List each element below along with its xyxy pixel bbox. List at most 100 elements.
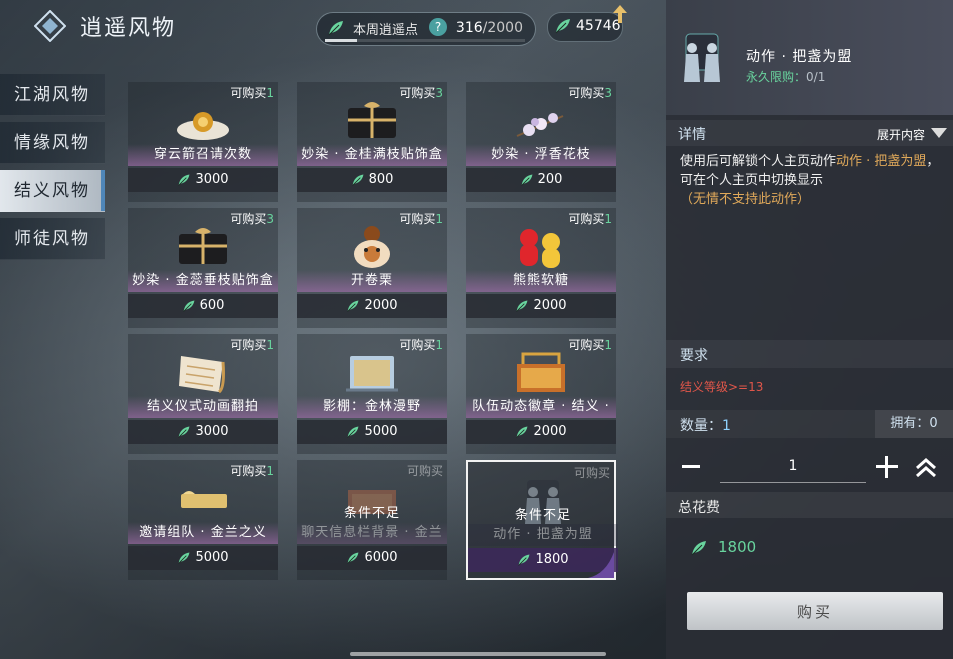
leaf-currency-icon bbox=[178, 426, 190, 438]
item-price: 2000 bbox=[466, 420, 616, 444]
item-price: 5000 bbox=[128, 546, 278, 570]
weekly-points-progress-fill bbox=[325, 39, 357, 42]
tab-shitu[interactable]: 师徒风物 bbox=[0, 218, 105, 260]
requirement-header: 要求 bbox=[666, 340, 953, 368]
total-cost: 1800 bbox=[690, 538, 756, 557]
item-name: 队伍动态徽章 · 结义 · bbox=[466, 396, 616, 418]
item-detail-panel: 动作 · 把盏为盟 永久限购：0/1 详情 展开内容 使用后可解锁个人主页动作动… bbox=[666, 0, 953, 659]
item-price-value: 600 bbox=[199, 298, 225, 313]
leaf-currency-icon bbox=[555, 19, 570, 34]
item-name: 妙染 · 浮香花枝 bbox=[466, 144, 616, 166]
item-price-value: 6000 bbox=[364, 550, 398, 565]
shop-item-card[interactable]: 可购买3 妙染 · 金蕊垂枝贴饰盒 600 bbox=[128, 208, 278, 328]
help-icon[interactable]: ? bbox=[429, 18, 447, 36]
currency-box[interactable]: 45746 bbox=[547, 12, 623, 42]
quantity-underline bbox=[720, 482, 866, 483]
quantity-stepper: 1 bbox=[666, 446, 953, 486]
item-price: 6000 bbox=[297, 546, 447, 570]
item-name: 结义仪式动画翻拍 bbox=[128, 396, 278, 418]
item-price: 800 bbox=[297, 168, 447, 192]
purchase-limit-tag-label: 可购买 bbox=[406, 464, 443, 478]
purchase-limit-tag-label: 可购买 bbox=[230, 212, 267, 226]
purchase-limit-tag: 可购买3 bbox=[399, 84, 443, 101]
purchase-limit-tag-label: 可购买 bbox=[568, 212, 605, 226]
logo-diamond-icon bbox=[34, 10, 66, 42]
purchase-limit-tag-label: 可购买 bbox=[399, 86, 436, 100]
total-cost-heading: 总花费 bbox=[678, 500, 720, 516]
leaf-currency-icon bbox=[516, 426, 528, 438]
total-cost-header: 总花费 bbox=[666, 492, 953, 518]
weekly-points-label: 本周逍遥点 bbox=[353, 23, 419, 38]
item-price: 2000 bbox=[466, 294, 616, 318]
item-price: 600 bbox=[128, 294, 278, 318]
purchase-limit: 永久限购：0/1 bbox=[746, 68, 825, 85]
weekly-points-progress bbox=[325, 39, 525, 42]
minus-button[interactable] bbox=[680, 456, 702, 476]
purchase-limit-tag-label: 可购买 bbox=[568, 338, 605, 352]
item-name: 熊熊软糖 bbox=[466, 270, 616, 292]
shop-item-card[interactable]: 可购买 条件不足 聊天信息栏背景 · 金兰 6000 bbox=[297, 460, 447, 580]
max-chevron-up-icon[interactable] bbox=[914, 456, 938, 478]
leaf-currency-icon bbox=[351, 174, 364, 186]
expand-content-button[interactable]: 展开内容 bbox=[877, 126, 925, 143]
item-price-value: 200 bbox=[537, 172, 563, 187]
shop-item-card[interactable]: 可购买1 影棚：金林漫野 5000 bbox=[297, 334, 447, 454]
purchase-limit-tag-label: 可购买 bbox=[399, 338, 436, 352]
shop-item-card[interactable]: 可购买1 穿云箭召请次数 3000 bbox=[128, 82, 278, 202]
purchase-limit-tag-count: 1 bbox=[435, 212, 443, 226]
shop-item-card[interactable]: 可购买1 邀请组队 · 金兰之义 5000 bbox=[128, 460, 278, 580]
studio-frame-icon bbox=[346, 356, 398, 392]
corner-ornament-icon bbox=[588, 552, 614, 578]
item-description: 使用后可解锁个人主页动作动作 · 把盏为盟，可在个人主页中切换显示 （无情不支持… bbox=[680, 152, 945, 209]
purchase-limit-tag: 可购买1 bbox=[568, 210, 612, 227]
item-name: 妙染 · 金桂满枝贴饰盒 bbox=[297, 144, 447, 166]
purchase-limit-tag-count: 1 bbox=[604, 212, 612, 226]
shop-item-card[interactable]: 可购买1 开卷栗 2000 bbox=[297, 208, 447, 328]
leaf-currency-icon bbox=[328, 21, 343, 36]
leaf-currency-icon bbox=[178, 174, 190, 186]
weekly-points-max: /2000 bbox=[482, 20, 523, 36]
item-price-value: 1800 bbox=[535, 552, 569, 567]
item-price: 3000 bbox=[128, 420, 278, 444]
plus-button[interactable] bbox=[876, 456, 898, 478]
desc-prefix: 使用后可解锁个人主页动作 bbox=[680, 154, 837, 169]
gift-box-icon bbox=[179, 228, 227, 264]
leaf-currency-icon bbox=[516, 300, 528, 312]
tab-jieyi[interactable]: 结义风物 bbox=[0, 170, 105, 212]
item-price-value: 3000 bbox=[195, 172, 229, 187]
detail-header: 详情 展开内容 bbox=[666, 120, 953, 146]
shop-item-card[interactable]: 可购买3 妙染 · 金桂满枝贴饰盒 800 bbox=[297, 82, 447, 202]
quantity-input[interactable]: 1 bbox=[720, 458, 866, 474]
arrow-token-icon bbox=[177, 112, 229, 140]
purchase-limit-tag: 可购买1 bbox=[230, 462, 274, 479]
leaf-currency-icon bbox=[182, 300, 195, 312]
desc-highlight: 动作 · 把盏为盟 bbox=[836, 154, 927, 169]
purchase-limit-tag-count: 3 bbox=[266, 212, 274, 226]
leaf-currency-icon bbox=[518, 554, 530, 566]
shop-item-card[interactable]: 可购买 条件不足 动作 · 把盏为盟 1800 bbox=[466, 460, 618, 580]
tab-qingyuan[interactable]: 情缘风物 bbox=[0, 122, 105, 164]
item-name: 开卷栗 bbox=[297, 270, 447, 292]
tab-jianghu[interactable]: 江湖风物 bbox=[0, 74, 105, 116]
purchase-limit-tag-count: 1 bbox=[435, 338, 443, 352]
item-price: 200 bbox=[466, 168, 616, 192]
purchase-limit-tag: 可购买1 bbox=[399, 336, 443, 353]
purchase-limit-tag-label: 可购买 bbox=[573, 466, 610, 480]
item-name: 邀请组队 · 金兰之义 bbox=[128, 522, 278, 544]
home-indicator bbox=[350, 652, 606, 656]
shop-item-card[interactable]: 可购买1 结义仪式动画翻拍 3000 bbox=[128, 334, 278, 454]
purchase-limit-tag-label: 可购买 bbox=[568, 86, 605, 100]
quantity-label: 数量：1 bbox=[680, 415, 731, 435]
shop-item-card[interactable]: 可购买3 妙染 · 浮香花枝 200 bbox=[466, 82, 616, 202]
gummy-bear-icon bbox=[520, 229, 560, 268]
purchase-limit-tag: 可购买1 bbox=[230, 84, 274, 101]
purchase-limit-tag: 可购买1 bbox=[230, 336, 274, 353]
chevron-down-icon[interactable] bbox=[931, 128, 947, 138]
purchase-limit-tag-count: 1 bbox=[266, 464, 274, 478]
purchase-limit-tag-count: 3 bbox=[604, 86, 612, 100]
weekly-points-value: 316/2000 bbox=[456, 20, 523, 36]
shop-item-card[interactable]: 可购买1 熊熊软糖 2000 bbox=[466, 208, 616, 328]
buy-button[interactable]: 购买 bbox=[687, 592, 943, 630]
item-hero: 动作 · 把盏为盟 永久限购：0/1 bbox=[666, 0, 953, 115]
shop-item-card[interactable]: 可购买1 队伍动态徽章 · 结义 · 2000 bbox=[466, 334, 616, 454]
